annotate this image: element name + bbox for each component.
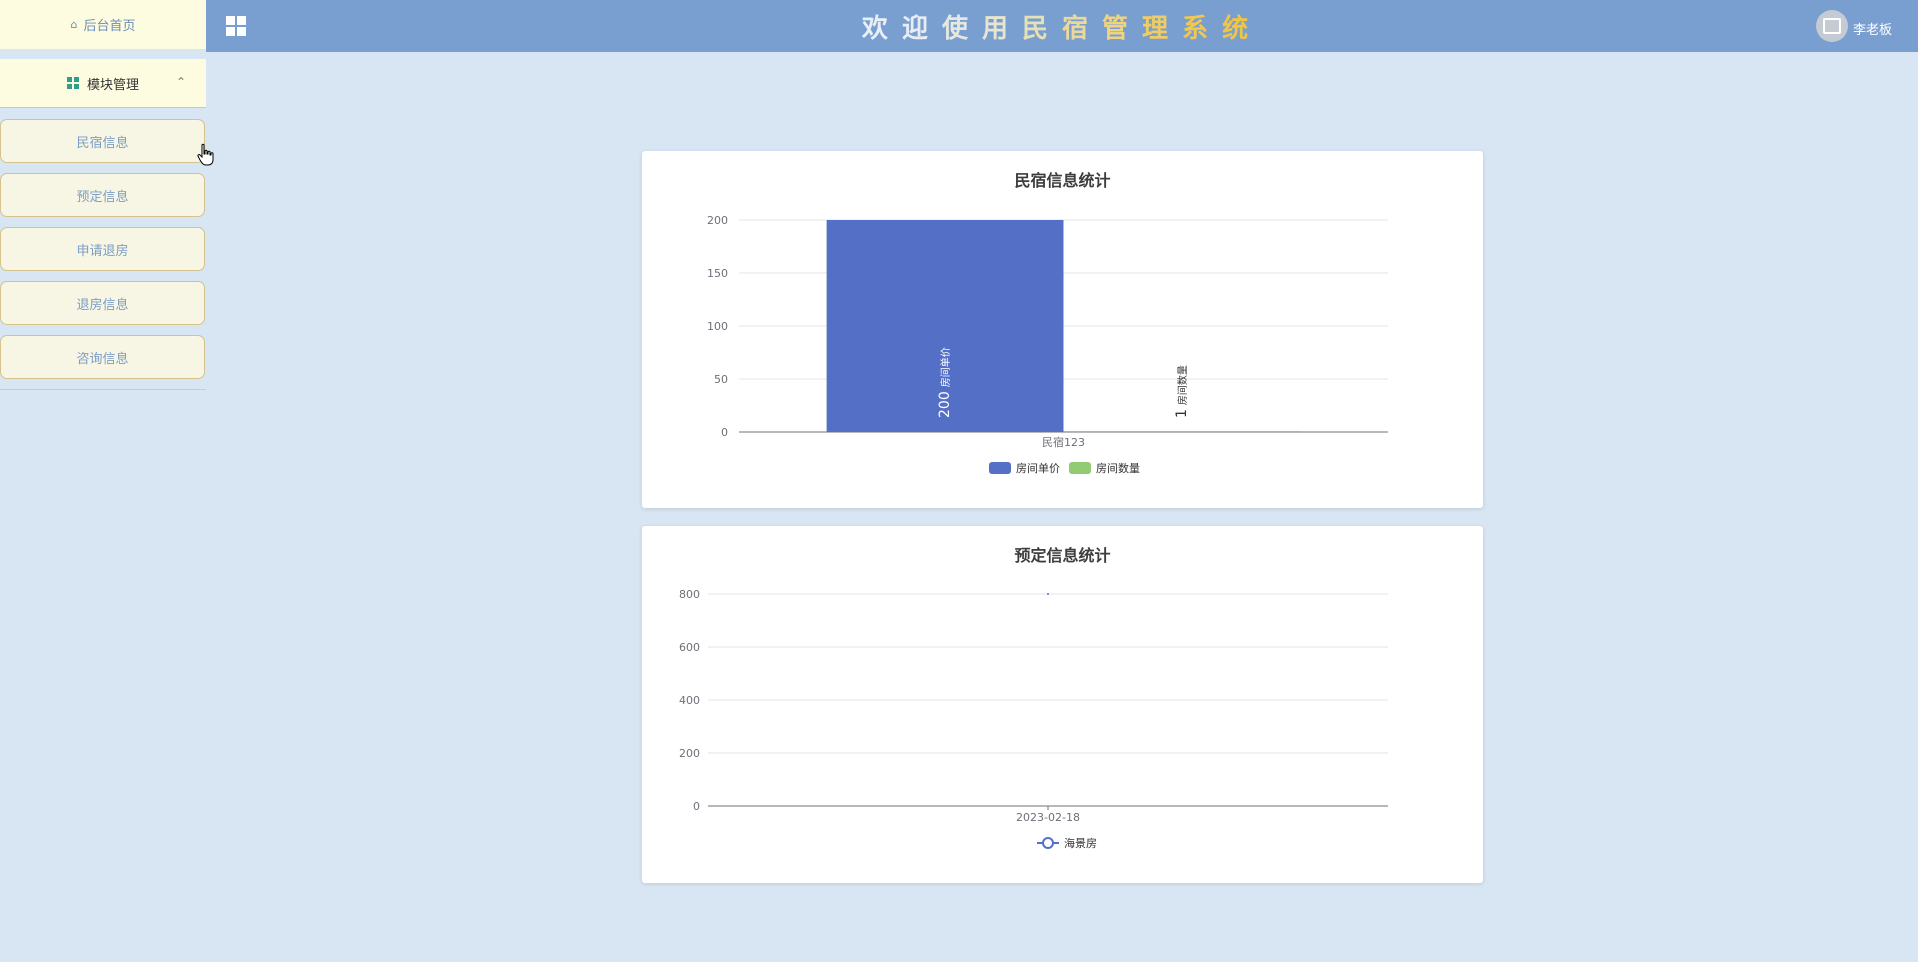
- sidebar: ⌂ 后台首页 模块管理 ⌃ 民宿信息 预定信息 申请退房 退房信息 咨询信息: [0, 0, 206, 962]
- sidebar-home-label: 后台首页: [83, 19, 136, 34]
- user-name[interactable]: 李老板: [1853, 19, 1892, 38]
- booking-line-chart: 0 200 400 600 800 2023-02-18 海景房: [679, 588, 1388, 850]
- booking-stats-card: 预定信息统计 0 200 400 600 800 2023-02-18 海景房: [642, 526, 1483, 883]
- legend-swatch: [1069, 462, 1091, 474]
- legend-label: 房间数量: [1096, 462, 1140, 475]
- sidebar-module-label: 模块管理: [86, 77, 139, 93]
- y-tick-label: 50: [714, 373, 728, 386]
- sidebar-item-label: 预定信息: [76, 189, 129, 205]
- welcome-char: 用: [981, 14, 1022, 44]
- y-tick-label: 400: [679, 694, 700, 707]
- grid-icon: [66, 77, 79, 89]
- sidebar-divider: [0, 389, 206, 390]
- x-tick-label: 2023-02-18: [1016, 811, 1080, 824]
- welcome-char: 使: [941, 14, 982, 44]
- sidebar-item-label: 退房信息: [76, 297, 129, 313]
- sidebar-item-consult-info[interactable]: 咨询信息: [0, 335, 205, 379]
- sidebar-item-checkout-info[interactable]: 退房信息: [0, 281, 205, 325]
- top-header: 欢迎使用民宿管理系统 李老板: [206, 0, 1918, 52]
- welcome-char: 民: [1021, 14, 1062, 44]
- welcome-char: 统: [1222, 14, 1263, 44]
- y-tick-label: 200: [679, 747, 700, 760]
- homestay-bar-chart: 050100150200民宿123200房间单价1房间数量房间单价 房间数量: [707, 214, 1388, 475]
- y-tick-label: 0: [721, 426, 728, 439]
- y-tick-label: 600: [679, 641, 700, 654]
- welcome-title: 欢迎使用民宿管理系统: [206, 8, 1918, 45]
- data-label-value: 1: [1174, 409, 1190, 418]
- sidebar-home-item[interactable]: ⌂ 后台首页: [0, 0, 206, 49]
- sidebar-item-checkout-request[interactable]: 申请退房: [0, 227, 205, 271]
- image-icon: [1823, 18, 1841, 34]
- y-tick-label: 100: [707, 320, 728, 333]
- welcome-char: 欢: [861, 14, 902, 44]
- legend-label: 海景房: [1064, 836, 1097, 850]
- sidebar-item-homestay-info[interactable]: 民宿信息: [0, 119, 205, 163]
- y-tick-label: 800: [679, 588, 700, 601]
- legend-label: 房间单价: [1016, 462, 1060, 475]
- welcome-char: 理: [1142, 14, 1183, 44]
- home-icon: ⌂: [70, 18, 78, 31]
- welcome-char: 迎: [901, 14, 942, 44]
- welcome-char: 管: [1102, 14, 1143, 44]
- avatar[interactable]: [1816, 10, 1848, 42]
- legend-marker: [1042, 837, 1054, 849]
- sidebar-item-label: 咨询信息: [76, 351, 129, 367]
- data-label-series: 房间数量: [1176, 365, 1189, 405]
- data-label-series: 房间单价: [939, 347, 952, 387]
- x-tick-label: 民宿123: [1042, 435, 1085, 449]
- data-label: 1 房间数量: [1174, 365, 1190, 418]
- homestay-stats-card: 民宿信息统计 0 50 100 150 200 民宿123 200房间单价 1房间数量 房间单价…: [642, 151, 1483, 508]
- data-label-value: 200: [937, 391, 953, 418]
- sidebar-item-label: 申请退房: [76, 243, 129, 259]
- hand-cursor-icon: [197, 143, 214, 166]
- sidebar-item-label: 民宿信息: [76, 135, 129, 151]
- chevron-up-icon: ⌃: [175, 75, 186, 89]
- data-point: [1047, 593, 1049, 595]
- sidebar-module-management[interactable]: 模块管理 ⌃: [0, 59, 206, 108]
- welcome-char: 系: [1182, 14, 1223, 44]
- bar: [1063, 430, 1301, 432]
- sidebar-item-booking-info[interactable]: 预定信息: [0, 173, 205, 217]
- y-tick-label: 0: [693, 800, 700, 813]
- y-tick-label: 150: [707, 267, 728, 280]
- welcome-char: 宿: [1062, 14, 1103, 44]
- legend-swatch: [989, 462, 1011, 474]
- y-tick-label: 200: [707, 214, 728, 227]
